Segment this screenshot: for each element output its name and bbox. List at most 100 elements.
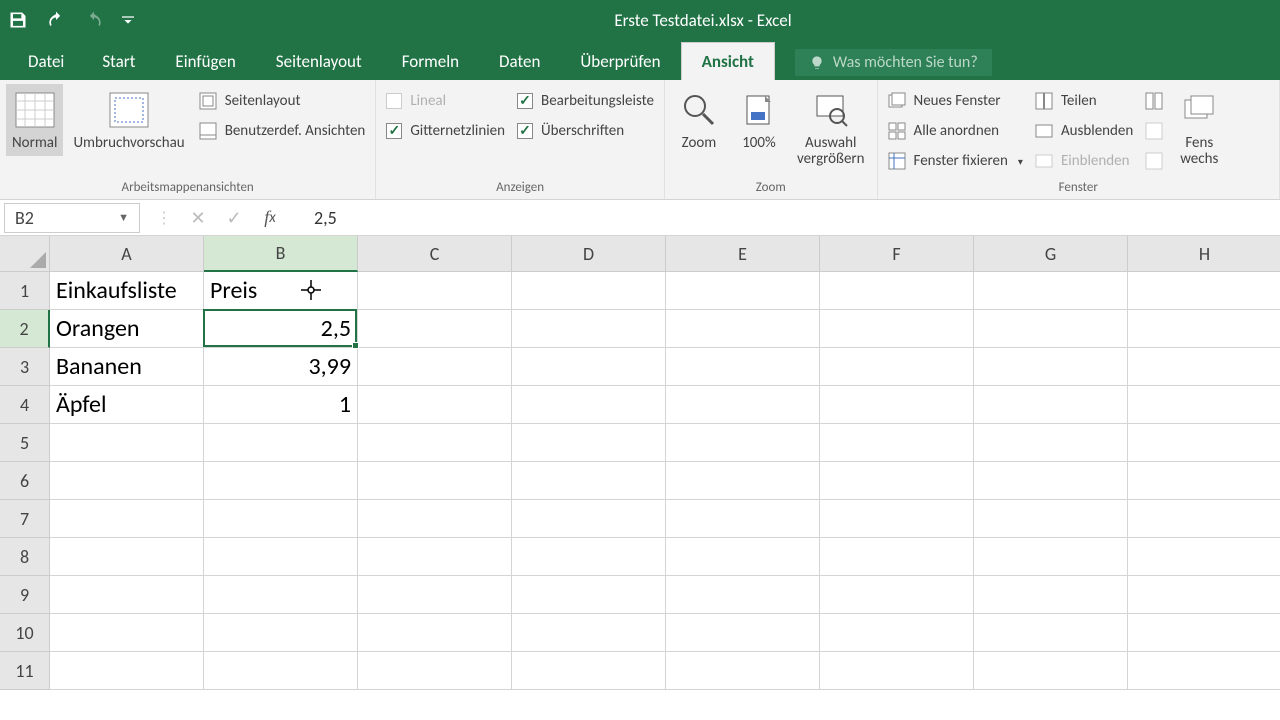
cell-F11[interactable] (820, 652, 974, 690)
pagelayout-view-button[interactable]: Seitenlayout (195, 90, 370, 112)
cell-A10[interactable] (50, 614, 204, 652)
cell-D9[interactable] (512, 576, 666, 614)
tab-start[interactable]: Start (82, 43, 155, 80)
cell-A6[interactable] (50, 462, 204, 500)
cell-B9[interactable] (204, 576, 358, 614)
cell-D5[interactable] (512, 424, 666, 462)
cell-G10[interactable] (974, 614, 1128, 652)
row-header-3[interactable]: 3 (0, 348, 50, 386)
cell-A5[interactable] (50, 424, 204, 462)
cell-D6[interactable] (512, 462, 666, 500)
cell-F4[interactable] (820, 386, 974, 424)
zoom-button[interactable]: Zoom (671, 84, 727, 156)
cell-E7[interactable] (666, 500, 820, 538)
cell-F2[interactable] (820, 310, 974, 348)
custom-views-button[interactable]: Benutzerdef. Ansichten (195, 120, 370, 142)
formulabar-checkbox[interactable]: ✓Bearbeitungsleiste (513, 90, 658, 112)
headings-checkbox[interactable]: ✓Überschriften (513, 120, 658, 142)
cell-C10[interactable] (358, 614, 512, 652)
cell-C2[interactable] (358, 310, 512, 348)
gridlines-checkbox[interactable]: ✓Gitternetzlinien (382, 120, 509, 142)
cell-C3[interactable] (358, 348, 512, 386)
cell-E10[interactable] (666, 614, 820, 652)
cell-B4[interactable]: 1 (204, 386, 358, 424)
cell-B2[interactable]: 2,5 (204, 310, 358, 348)
cell-H2[interactable] (1128, 310, 1280, 348)
cell-C7[interactable] (358, 500, 512, 538)
column-header-D[interactable]: D (512, 236, 666, 272)
cells-area[interactable]: EinkaufslistePreisOrangen2,5Bananen3,99Ä… (50, 272, 1280, 690)
qat-customize-icon[interactable] (122, 10, 134, 30)
cell-G9[interactable] (974, 576, 1128, 614)
cell-F8[interactable] (820, 538, 974, 576)
name-box[interactable]: B2 ▼ (4, 203, 140, 233)
cell-A4[interactable]: Äpfel (50, 386, 204, 424)
cell-G2[interactable] (974, 310, 1128, 348)
tab-file[interactable]: Datei (10, 43, 82, 80)
cell-A8[interactable] (50, 538, 204, 576)
fx-icon[interactable]: fx (260, 208, 280, 228)
undo-icon[interactable] (46, 10, 66, 30)
normal-view-button[interactable]: Normal (6, 84, 63, 156)
cell-F1[interactable] (820, 272, 974, 310)
cell-C8[interactable] (358, 538, 512, 576)
cell-H3[interactable] (1128, 348, 1280, 386)
cell-F5[interactable] (820, 424, 974, 462)
cell-A2[interactable]: Orangen (50, 310, 204, 348)
cell-B3[interactable]: 3,99 (204, 348, 358, 386)
column-header-C[interactable]: C (358, 236, 512, 272)
cell-C4[interactable] (358, 386, 512, 424)
cell-A7[interactable] (50, 500, 204, 538)
cell-D1[interactable] (512, 272, 666, 310)
cell-C11[interactable] (358, 652, 512, 690)
cell-F7[interactable] (820, 500, 974, 538)
cell-B11[interactable] (204, 652, 358, 690)
row-header-7[interactable]: 7 (0, 500, 50, 538)
cell-D11[interactable] (512, 652, 666, 690)
cell-E11[interactable] (666, 652, 820, 690)
cell-C5[interactable] (358, 424, 512, 462)
cell-E4[interactable] (666, 386, 820, 424)
row-header-8[interactable]: 8 (0, 538, 50, 576)
tab-pagelayout[interactable]: Seitenlayout (256, 43, 382, 80)
cell-H1[interactable] (1128, 272, 1280, 310)
column-header-E[interactable]: E (666, 236, 820, 272)
column-header-H[interactable]: H (1128, 236, 1280, 272)
tab-formulas[interactable]: Formeln (382, 43, 479, 80)
cell-H8[interactable] (1128, 538, 1280, 576)
new-window-button[interactable]: Neues Fenster (884, 90, 1027, 112)
row-header-5[interactable]: 5 (0, 424, 50, 462)
row-header-1[interactable]: 1 (0, 272, 50, 310)
namebox-dropdown-icon[interactable]: ▼ (118, 211, 129, 224)
freeze-panes-button[interactable]: Fenster fixieren▾ (884, 150, 1027, 172)
cell-E3[interactable] (666, 348, 820, 386)
save-icon[interactable] (8, 10, 28, 30)
cell-E5[interactable] (666, 424, 820, 462)
column-header-A[interactable]: A (50, 236, 204, 272)
cell-G5[interactable] (974, 424, 1128, 462)
row-header-10[interactable]: 10 (0, 614, 50, 652)
cell-B10[interactable] (204, 614, 358, 652)
cell-B5[interactable] (204, 424, 358, 462)
cell-E9[interactable] (666, 576, 820, 614)
side-by-side-button[interactable] (1141, 90, 1167, 112)
cell-D8[interactable] (512, 538, 666, 576)
row-header-11[interactable]: 11 (0, 652, 50, 690)
column-header-B[interactable]: B (204, 236, 358, 272)
cell-G1[interactable] (974, 272, 1128, 310)
row-header-9[interactable]: 9 (0, 576, 50, 614)
cell-H7[interactable] (1128, 500, 1280, 538)
tell-me-box[interactable]: Was möchten Sie tun? (795, 49, 992, 76)
zoom-selection-button[interactable]: Auswahl vergrößern (791, 84, 871, 172)
cell-D4[interactable] (512, 386, 666, 424)
cell-A1[interactable]: Einkaufsliste (50, 272, 204, 310)
cell-F3[interactable] (820, 348, 974, 386)
cell-F9[interactable] (820, 576, 974, 614)
switch-windows-button[interactable]: Fens wechs (1171, 84, 1227, 172)
cell-D2[interactable] (512, 310, 666, 348)
cell-G11[interactable] (974, 652, 1128, 690)
cell-D10[interactable] (512, 614, 666, 652)
cell-C1[interactable] (358, 272, 512, 310)
cell-E8[interactable] (666, 538, 820, 576)
pagebreak-preview-button[interactable]: Umbruchvorschau (67, 84, 190, 156)
